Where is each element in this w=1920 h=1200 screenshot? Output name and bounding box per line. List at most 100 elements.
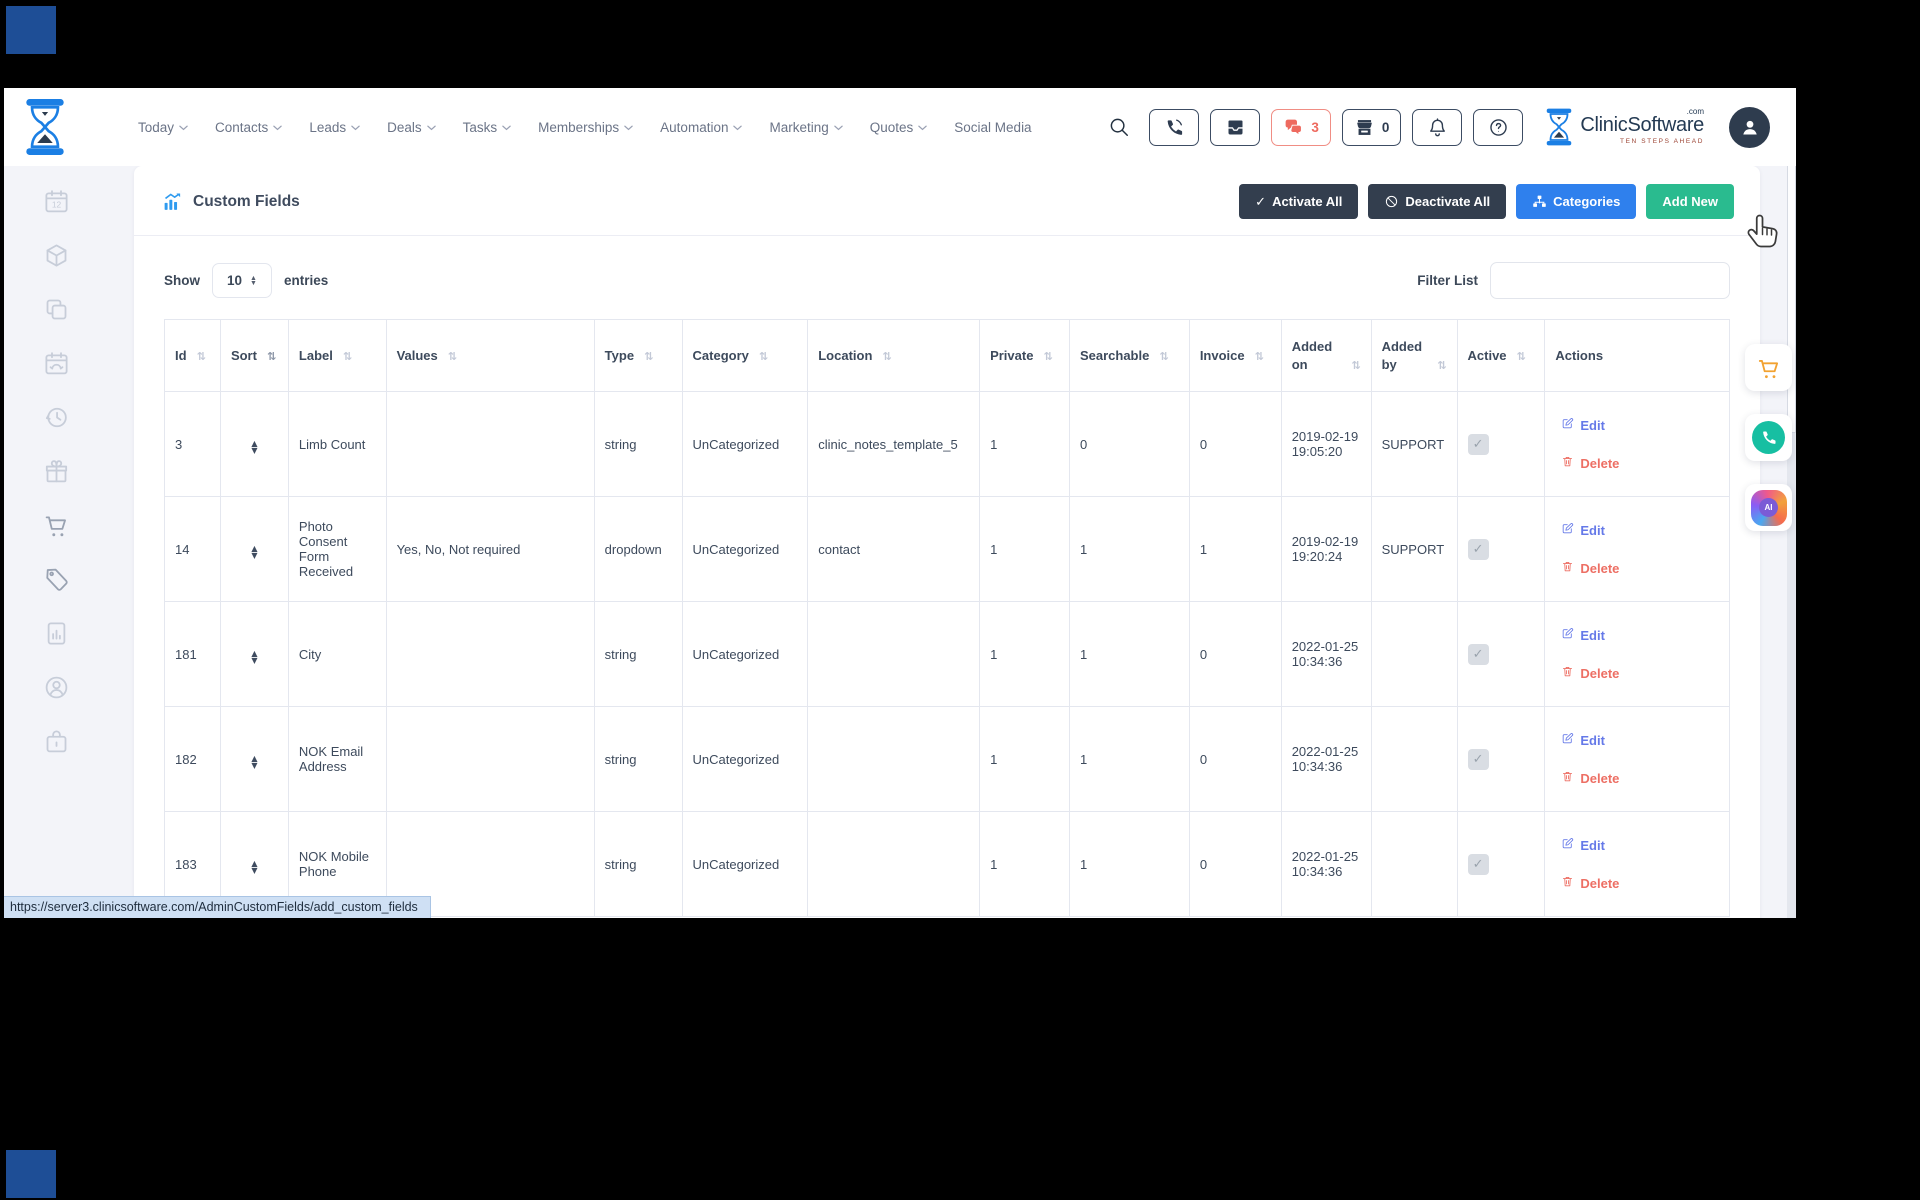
phone-button[interactable] (1149, 108, 1200, 146)
sidebar-item-calendar[interactable]: 12 (43, 188, 70, 215)
sort-arrows-icon[interactable]: ⇅ (1351, 359, 1360, 372)
column-header-label[interactable]: Label ⇅ (287, 319, 387, 392)
phone-circle-icon (1752, 421, 1785, 454)
sort-arrows-icon[interactable]: ⇅ (448, 350, 457, 363)
column-header-category[interactable]: Category ⇅ (681, 319, 809, 392)
column-header-active[interactable]: Active ⇅ (1456, 319, 1546, 392)
sort-handle-icon[interactable]: ▲ ▼ (251, 545, 257, 560)
help-button[interactable] (1473, 108, 1524, 146)
sidebar-item-case[interactable] (43, 728, 70, 755)
nav-item-memberships[interactable]: Memberships (538, 120, 633, 135)
sidebar-item-cart[interactable] (43, 512, 70, 539)
column-header-private[interactable]: Private ⇅ (979, 319, 1070, 392)
sort-arrows-icon[interactable]: ⇅ (644, 350, 653, 363)
filter-input[interactable] (1490, 262, 1730, 299)
column-header-added-on[interactable]: Added on ⇅ (1280, 319, 1372, 392)
edit-link[interactable]: Edit (1561, 522, 1719, 538)
sort-arrows-icon[interactable]: ⇅ (197, 350, 206, 363)
store-button[interactable]: 0 (1341, 108, 1402, 146)
active-checkbox[interactable]: ✓ (1467, 748, 1489, 770)
sidebar-item-tag[interactable] (43, 566, 70, 593)
column-header-invoice[interactable]: Invoice ⇅ (1188, 319, 1282, 392)
edit-link[interactable]: Edit (1561, 417, 1719, 433)
categories-button[interactable]: Categories (1516, 184, 1637, 219)
cell-type: string (593, 601, 683, 707)
column-header-location[interactable]: Location ⇅ (807, 319, 981, 392)
cell-added-on: 2019-02-19 19:05:20 (1280, 391, 1372, 497)
nav-item-quotes[interactable]: Quotes (870, 120, 928, 135)
sort-handle-icon[interactable]: ▲ ▼ (251, 860, 257, 875)
delete-link[interactable]: Delete (1561, 455, 1719, 471)
activate-all-button[interactable]: ✓ Activate All (1239, 184, 1359, 219)
sidebar-item-gift[interactable] (43, 458, 70, 485)
nav-item-social-media[interactable]: Social Media (954, 120, 1031, 135)
active-checkbox[interactable]: ✓ (1467, 538, 1489, 560)
sort-handle-icon[interactable]: ▲ ▼ (251, 440, 257, 455)
case-icon (43, 730, 70, 759)
sort-arrows-icon[interactable]: ⇅ (1043, 350, 1052, 363)
column-header-sort[interactable]: Sort ⇅ (219, 319, 289, 392)
sidebar-item-copy[interactable] (43, 296, 70, 323)
column-header-type[interactable]: Type ⇅ (593, 319, 683, 392)
nav-item-marketing[interactable]: Marketing (769, 120, 843, 135)
call-widget-button[interactable] (1745, 414, 1792, 461)
edit-link[interactable]: Edit (1561, 732, 1719, 748)
show-label: Show (164, 273, 200, 288)
table-row: 182 ▲ ▼ NOK Email Address string UnCatego… (164, 706, 1730, 812)
sidebar-item-history[interactable] (43, 404, 70, 431)
delete-link[interactable]: Delete (1561, 770, 1719, 786)
active-checkbox[interactable]: ✓ (1467, 643, 1489, 665)
cell-category: UnCategorized (681, 706, 809, 812)
sidebar-item-package[interactable] (43, 242, 70, 269)
user-avatar[interactable] (1729, 106, 1770, 148)
delete-link[interactable]: Delete (1561, 875, 1719, 891)
nav-item-tasks[interactable]: Tasks (463, 120, 512, 135)
edit-link[interactable]: Edit (1561, 627, 1719, 643)
bell-button[interactable] (1412, 108, 1463, 146)
sort-arrows-icon[interactable]: ⇅ (882, 350, 891, 363)
shop-widget-button[interactable] (1745, 344, 1792, 391)
ai-widget-button[interactable]: AI (1745, 484, 1792, 531)
cell-private: 1 (979, 811, 1070, 917)
column-header-searchable[interactable]: Searchable ⇅ (1068, 319, 1190, 392)
nav-item-leads[interactable]: Leads (309, 120, 360, 135)
active-checkbox[interactable]: ✓ (1467, 433, 1489, 455)
page-size-select[interactable]: 10 ▲ ▼ (212, 263, 272, 298)
custom-fields-card: Custom Fields ✓ Activate All Deactivate … (134, 166, 1760, 918)
add-new-button[interactable]: Add New (1646, 184, 1734, 219)
sort-handle-icon[interactable]: ▲ ▼ (251, 650, 257, 665)
chat-icon (1283, 117, 1304, 138)
clinicsoftware-logo[interactable]: ClinicSoftware .com TEN STEPS AHEAD (1544, 107, 1704, 147)
search-icon[interactable] (1108, 116, 1130, 138)
edit-link[interactable]: Edit (1561, 837, 1719, 853)
sort-arrows-icon[interactable]: ⇅ (343, 350, 352, 363)
sort-handle-icon[interactable]: ▲ ▼ (251, 755, 257, 770)
column-header-id[interactable]: Id ⇅ (164, 319, 221, 392)
nav-item-deals[interactable]: Deals (387, 120, 436, 135)
delete-link[interactable]: Delete (1561, 560, 1719, 576)
sidebar-item-report[interactable] (43, 620, 70, 647)
sidebar-item-user-circle[interactable] (43, 674, 70, 701)
sort-arrows-icon[interactable]: ⇅ (267, 350, 276, 363)
sort-arrows-icon[interactable]: ⇅ (1517, 350, 1526, 363)
nav-item-today[interactable]: Today (138, 120, 188, 135)
sort-arrows-icon[interactable]: ⇅ (1437, 359, 1446, 372)
sort-arrows-icon[interactable]: ⇅ (1159, 350, 1168, 363)
active-checkbox[interactable]: ✓ (1467, 853, 1489, 875)
sort-arrows-icon[interactable]: ⇅ (1255, 350, 1264, 363)
delete-link[interactable]: Delete (1561, 665, 1719, 681)
sort-arrows-icon[interactable]: ⇅ (759, 350, 768, 363)
hourglass-logo-icon[interactable] (22, 98, 68, 156)
chat-button[interactable]: 3 (1271, 108, 1331, 146)
inbox-button[interactable] (1210, 108, 1261, 146)
chevron-down-icon (502, 125, 511, 131)
nav-item-contacts[interactable]: Contacts (215, 120, 283, 135)
column-header-values[interactable]: Values ⇅ (385, 319, 595, 392)
sidebar-item-calendar-sync[interactable] (43, 350, 70, 377)
trash-icon (1561, 665, 1574, 681)
deactivate-all-button[interactable]: Deactivate All (1368, 184, 1507, 219)
custom-fields-table: Id ⇅ Sort ⇅ Label ⇅ Values ⇅ Type ⇅ Cate… (164, 319, 1730, 917)
nav-item-automation[interactable]: Automation (660, 120, 743, 135)
cell-location (807, 601, 981, 707)
column-header-added-by[interactable]: Added by ⇅ (1370, 319, 1458, 392)
